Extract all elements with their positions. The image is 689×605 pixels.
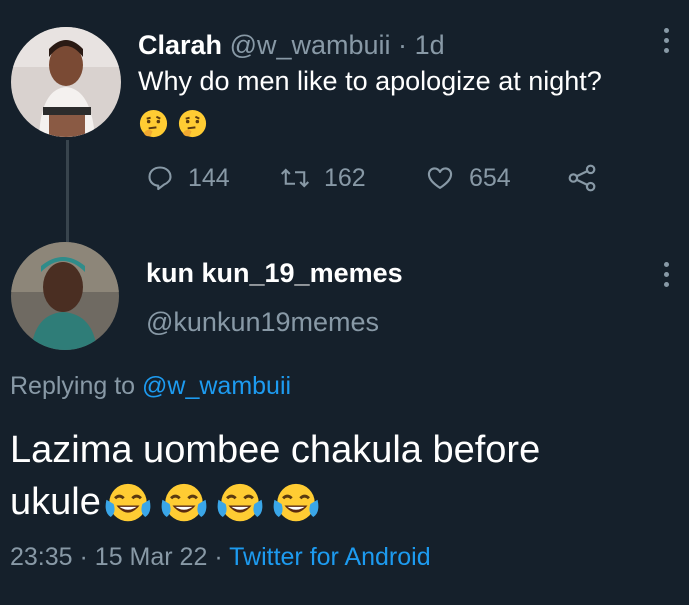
reply-button[interactable]: 144 bbox=[146, 160, 230, 196]
thinking-face-icon bbox=[179, 109, 207, 138]
avatar[interactable] bbox=[11, 27, 121, 137]
more-options-icon[interactable] bbox=[664, 28, 670, 58]
author-handle[interactable]: @w_wambuii bbox=[230, 30, 391, 60]
reply-text-line1: Lazima uombee chakula before bbox=[10, 429, 541, 471]
tears-of-joy-icon bbox=[161, 483, 207, 522]
reply-more-options-icon[interactable] bbox=[664, 262, 670, 292]
thread-line bbox=[66, 140, 69, 242]
tweet-time[interactable]: 23:35 bbox=[10, 543, 73, 571]
meta-dot: · bbox=[214, 543, 223, 571]
tweet-age[interactable]: 1d bbox=[415, 30, 445, 60]
like-button[interactable]: 654 bbox=[425, 160, 511, 196]
reply-text: Lazima uombee chakula before ukule bbox=[10, 424, 670, 528]
reply-author-handle[interactable]: @kunkun19memes bbox=[146, 307, 379, 338]
replying-to: Replying to @w_wambuii bbox=[10, 372, 291, 401]
reply-avatar[interactable] bbox=[11, 242, 119, 350]
tweet-date[interactable]: 15 Mar 22 bbox=[95, 543, 208, 571]
tweet-actions: 144 162 654 bbox=[138, 160, 608, 196]
replying-prefix: Replying to bbox=[10, 372, 136, 400]
like-count: 654 bbox=[469, 163, 511, 192]
reply-text-line2: ukule bbox=[10, 481, 101, 523]
tears-of-joy-icon bbox=[217, 483, 263, 522]
tweet-emojis bbox=[138, 108, 208, 139]
tears-of-joy-icon bbox=[105, 483, 151, 522]
retweet-icon bbox=[280, 168, 310, 188]
retweet-button[interactable]: 162 bbox=[280, 160, 366, 196]
thinking-face-icon bbox=[139, 109, 168, 138]
tweet-source-link[interactable]: Twitter for Android bbox=[229, 543, 430, 571]
retweet-count: 162 bbox=[324, 163, 366, 192]
share-icon bbox=[568, 164, 596, 192]
replying-handle-link[interactable]: @w_wambuii bbox=[142, 372, 291, 400]
tears-of-joy-icon bbox=[273, 483, 319, 522]
separator: · bbox=[398, 30, 408, 60]
tweet-author[interactable]: Clarah @w_wambuii · 1d bbox=[138, 30, 445, 61]
reply-count: 144 bbox=[188, 163, 230, 192]
tweet-text-content: Why do men like to apologize at night? bbox=[138, 66, 602, 96]
heart-icon bbox=[427, 167, 453, 189]
reply-text-line2-wrap: ukule bbox=[10, 476, 670, 528]
share-button[interactable] bbox=[566, 160, 612, 196]
reply-author-name[interactable]: kun kun_19_memes bbox=[146, 258, 403, 289]
tweet-text: Why do men like to apologize at night? bbox=[138, 66, 602, 97]
tweet-metadata: 23:35 · 15 Mar 22 · Twitter for Android bbox=[10, 543, 431, 572]
reply-icon bbox=[148, 166, 172, 191]
author-name[interactable]: Clarah bbox=[138, 30, 222, 60]
meta-dot: · bbox=[79, 543, 88, 571]
